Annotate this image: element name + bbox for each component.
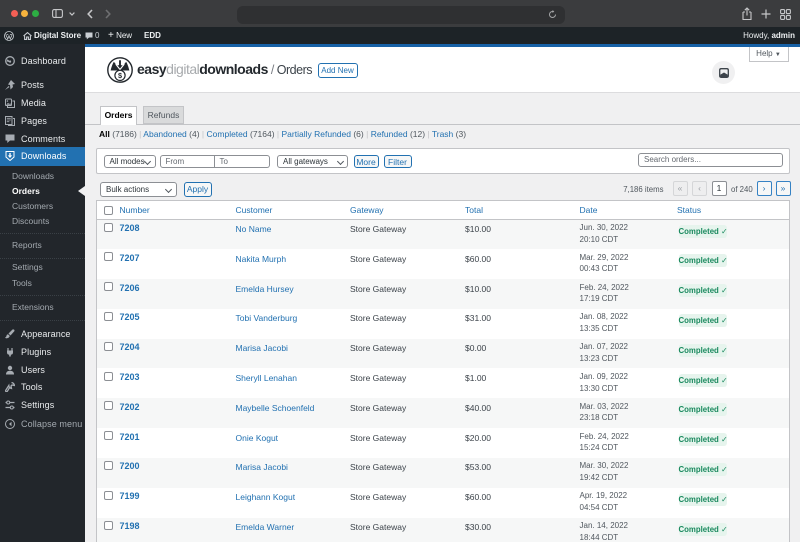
svg-text:$: $ xyxy=(118,71,122,80)
